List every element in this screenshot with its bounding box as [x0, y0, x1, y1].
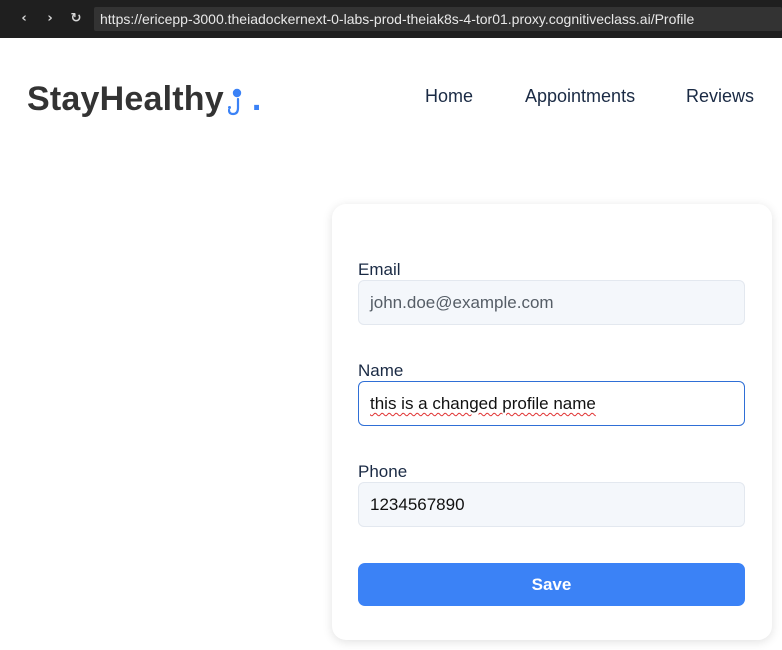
nav-reviews-link[interactable]: Reviews — [686, 86, 754, 106]
email-field[interactable]: john.doe@example.com — [358, 280, 745, 325]
site-logo[interactable]: StayHealthy . — [27, 75, 261, 119]
reload-icon[interactable]: ↻ — [66, 9, 86, 29]
email-label: Email — [358, 260, 401, 279]
browser-toolbar: ‹ › ↻ https://ericepp-3000.theiadockerne… — [0, 0, 782, 38]
url-bar[interactable]: https://ericepp-3000.theiadockernext-0-l… — [94, 7, 782, 31]
chevron-left-icon[interactable]: ‹ — [14, 9, 34, 29]
stethoscope-icon — [227, 85, 246, 119]
name-field-value: this is a changed profile name — [370, 394, 596, 413]
logo-text: StayHealthy — [27, 80, 224, 118]
name-label: Name — [358, 361, 404, 380]
chevron-right-icon[interactable]: › — [40, 9, 60, 29]
nav-home-link[interactable]: Home — [425, 86, 473, 106]
phone-field[interactable]: 1234567890 — [358, 482, 745, 527]
nav-appointments-link[interactable]: Appointments — [525, 86, 635, 106]
name-field[interactable]: this is a changed profile name — [358, 381, 745, 426]
save-button[interactable]: Save — [358, 563, 745, 606]
logo-dot: . — [251, 80, 262, 118]
phone-label: Phone — [358, 462, 408, 481]
